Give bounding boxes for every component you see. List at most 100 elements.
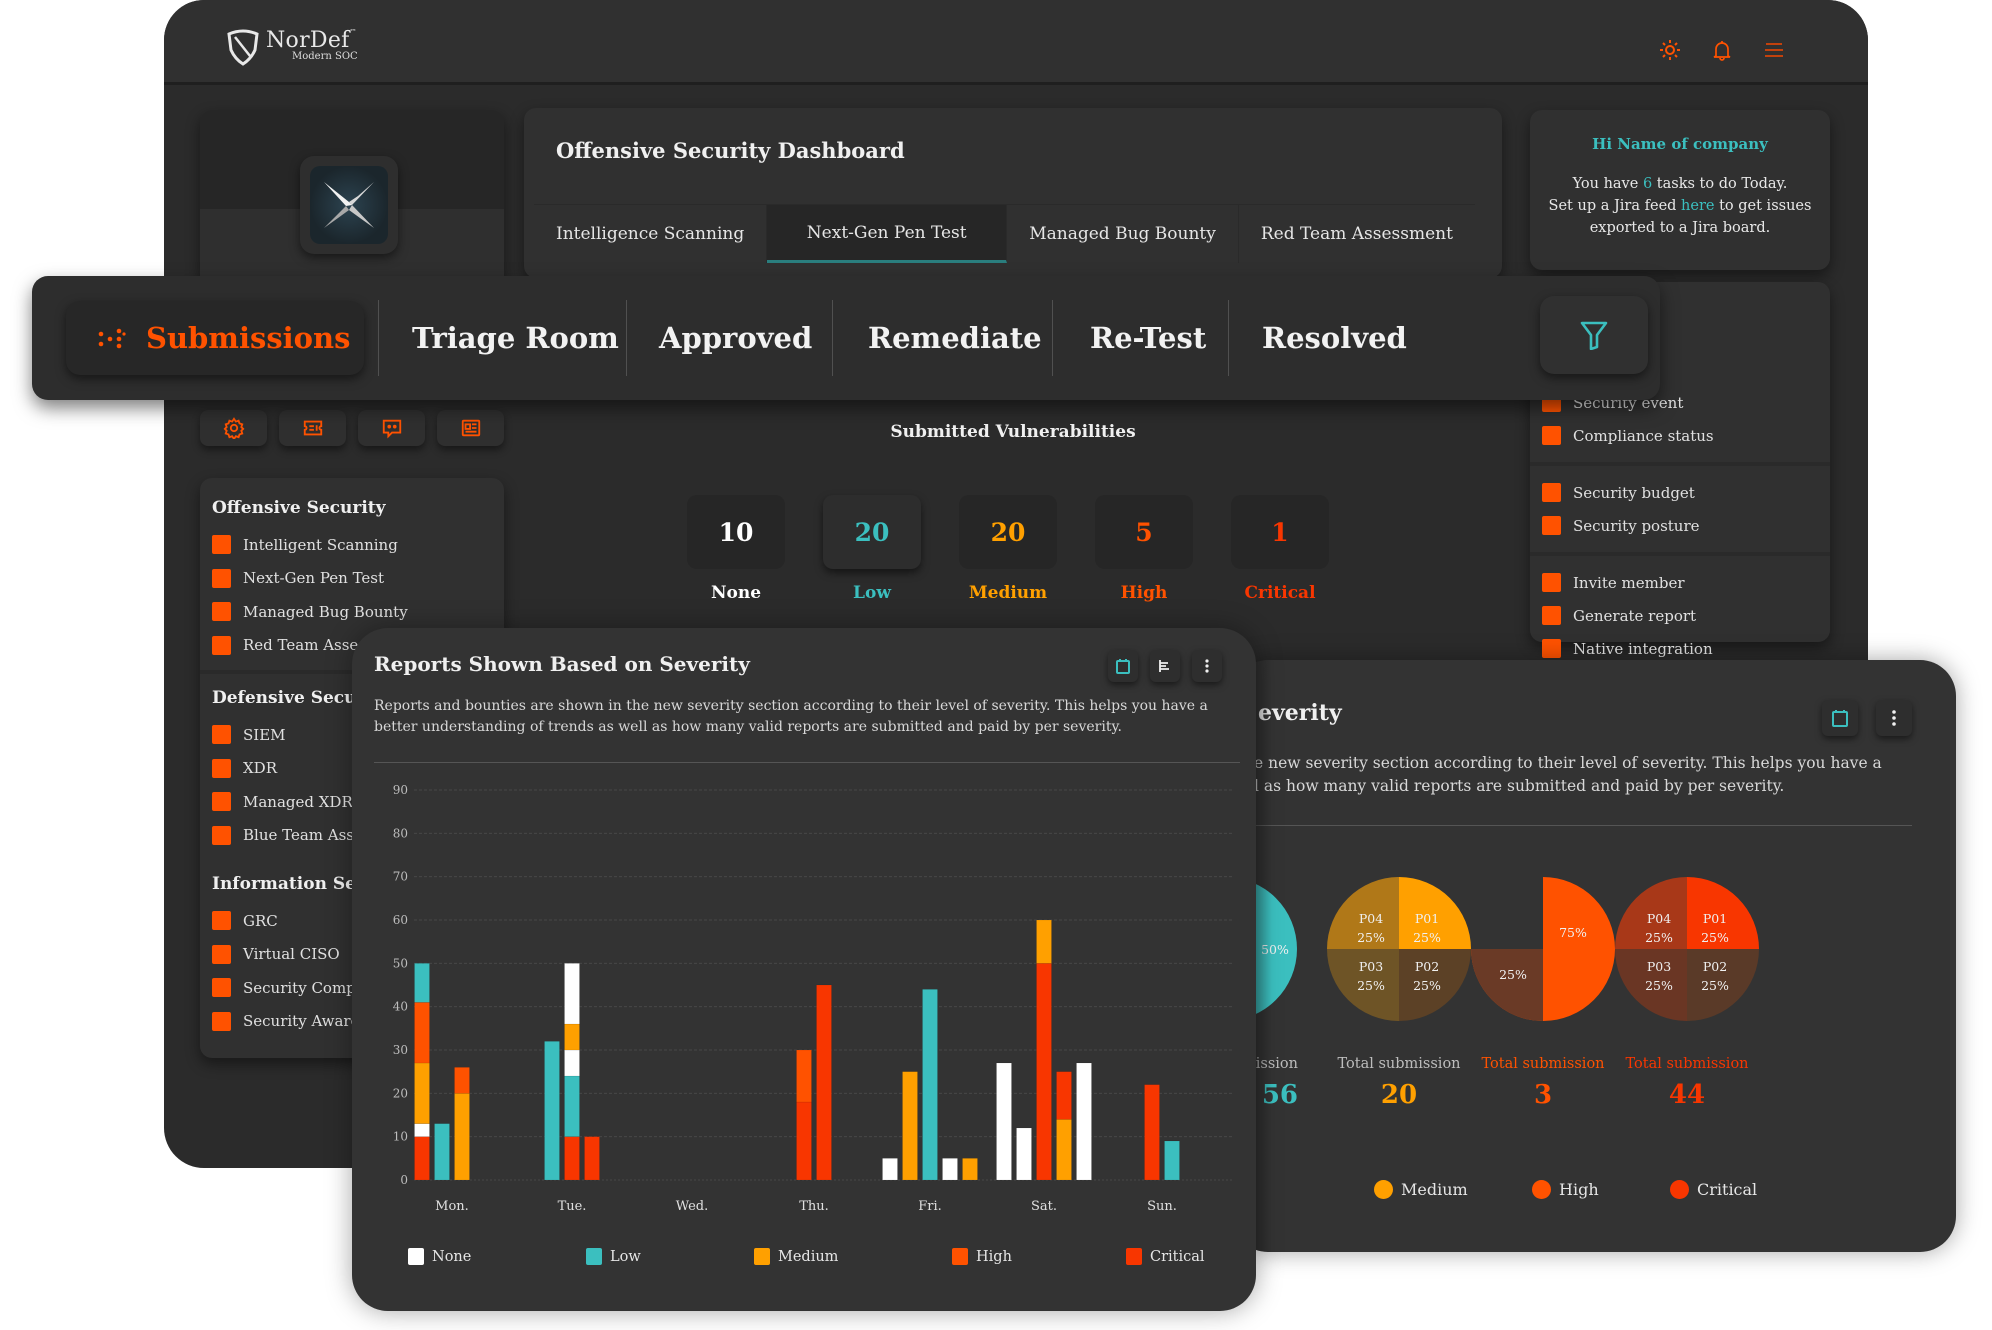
tab-managed-bug-bounty[interactable]: Managed Bug Bounty <box>1007 205 1239 263</box>
status-tab-approved[interactable]: Approved <box>659 301 812 375</box>
sort-button[interactable] <box>1150 650 1180 682</box>
more-options-button[interactable] <box>1876 700 1912 736</box>
bar-segment-none <box>564 1049 580 1077</box>
right-menu-item-invite-member[interactable]: Invite member <box>1530 566 1830 599</box>
x-tick-label: Fri. <box>918 1199 942 1214</box>
profile-avatar[interactable] <box>300 156 398 254</box>
menu-item-managed-bug-bounty[interactable]: Managed Bug Bounty <box>212 595 492 629</box>
legend-item-medium: Medium <box>1374 1180 1468 1199</box>
item-label: Invite member <box>1573 573 1685 592</box>
reports-severity-card: Reports Shown Based on Severity Reports … <box>352 628 1256 1311</box>
pie-slice-label: 25% <box>1701 978 1729 993</box>
item-label: GRC <box>243 911 278 930</box>
item-square-icon <box>1542 573 1561 592</box>
brand-logo[interactable]: NorDef™ Modern SOC <box>226 28 358 66</box>
right-menu-item-compliance-status[interactable]: Compliance status <box>1530 419 1830 452</box>
sun-icon[interactable] <box>1658 38 1682 62</box>
item-square-icon <box>212 568 231 588</box>
right-menu-item-generate-report[interactable]: Generate report <box>1530 599 1830 632</box>
item-square-icon <box>212 602 231 622</box>
status-tab-re-test[interactable]: Re-Test <box>1090 301 1206 375</box>
bar-segment-critical <box>816 984 832 1181</box>
vuln-low: 20 Low <box>823 495 921 603</box>
item-label: Virtual CISO <box>243 945 340 964</box>
filter-button[interactable] <box>1540 296 1648 374</box>
pie-slice-label: 25% <box>1645 930 1673 945</box>
greeting-text: exported to a Jira board. <box>1589 220 1771 236</box>
description-line: l as how many valid reports are submitte… <box>1254 777 1785 795</box>
legend-swatch <box>952 1248 968 1265</box>
section-title: Submitted Vulnerabilities <box>890 422 1136 442</box>
bar-segment-medium <box>414 1062 430 1124</box>
greeting-text: Set up a Jira feed <box>1548 198 1682 214</box>
ticket-icon <box>303 420 322 436</box>
calendar-button[interactable] <box>1822 700 1858 736</box>
bar-segment-none <box>564 963 580 1025</box>
vuln-count[interactable]: 20 <box>823 495 921 569</box>
calendar-icon <box>1116 659 1130 674</box>
right-menu-item-security-budget[interactable]: Security budget <box>1530 476 1830 509</box>
vuln-count[interactable]: 5 <box>1095 495 1193 569</box>
menu-icon[interactable] <box>1762 38 1786 62</box>
menu-item-next-gen-pen-test[interactable]: Next-Gen Pen Test <box>212 562 492 596</box>
pie-slice-label: 25% <box>1357 930 1385 945</box>
legend-item-none: None <box>408 1248 471 1265</box>
bar-segment-critical <box>1144 1084 1160 1181</box>
card-title: Reports Shown Based on Severity <box>374 652 750 676</box>
news-button[interactable] <box>437 410 504 446</box>
tab-intelligence-scanning[interactable]: Intelligence Scanning <box>534 205 768 263</box>
tickets-button[interactable] <box>279 410 346 446</box>
vuln-count[interactable]: 10 <box>687 495 785 569</box>
vuln-none: 10 None <box>687 495 785 603</box>
pie-slice-label: P03 <box>1359 959 1383 974</box>
vuln-label: High <box>1120 583 1168 603</box>
pie-total-label: Total submission <box>1625 1056 1749 1072</box>
chat-icon <box>382 419 401 439</box>
legend-label: None <box>432 1248 472 1265</box>
pie-slice-label: P03 <box>1647 959 1671 974</box>
greeting-title: Hi Name of company <box>1592 135 1768 153</box>
pie-slice-label: 25% <box>1357 978 1385 993</box>
status-tab-triage-room[interactable]: Triage Room <box>412 301 619 375</box>
bar-segment-low <box>544 1041 560 1181</box>
divider <box>378 300 379 376</box>
bar-segment-low <box>564 1075 580 1137</box>
item-label: Security Comp <box>243 978 356 997</box>
tab-red-team-assessment[interactable]: Red Team Assessment <box>1239 205 1475 263</box>
x-tick-label: Mon. <box>435 1199 469 1214</box>
status-tab-remediate[interactable]: Remediate <box>868 301 1042 375</box>
pie-slice-label: 25% <box>1413 978 1441 993</box>
task-count[interactable]: 6 <box>1643 176 1652 192</box>
item-label: Blue Team Ass <box>243 826 355 845</box>
item-label: Compliance status <box>1573 426 1714 445</box>
messages-button[interactable] <box>358 410 425 446</box>
x-tick-label: Thu. <box>799 1199 829 1214</box>
legend-dot <box>1374 1180 1393 1199</box>
more-options-button[interactable] <box>1192 650 1222 682</box>
tab-next-gen-pen-test[interactable]: Next-Gen Pen Test <box>767 205 1008 263</box>
bar-segment-medium <box>1036 919 1052 964</box>
jira-feed-link[interactable]: here <box>1681 198 1714 214</box>
bell-icon[interactable] <box>1710 38 1734 62</box>
legend-label: Critical <box>1150 1248 1205 1265</box>
item-label: Managed Bug Bounty <box>243 602 408 621</box>
divider <box>1232 825 1912 826</box>
x-tick-label: Sun. <box>1147 1199 1177 1214</box>
vuln-critical: 1 Critical <box>1231 495 1329 603</box>
bar-segment-none <box>942 1158 958 1181</box>
item-label: Native integration <box>1573 639 1713 658</box>
status-tab-submissions[interactable]: Submissions <box>66 301 364 375</box>
status-tab-resolved[interactable]: Resolved <box>1262 301 1407 375</box>
greeting-text: tasks to do Today. <box>1652 176 1788 192</box>
settings-button[interactable] <box>200 410 267 446</box>
more-vertical-icon <box>1205 659 1209 673</box>
bar-segment-high <box>414 1002 430 1064</box>
bar-segment-critical <box>414 1136 430 1181</box>
pie-slice-label: 75% <box>1559 925 1587 940</box>
vuln-count[interactable]: 1 <box>1231 495 1329 569</box>
vuln-count[interactable]: 20 <box>959 495 1057 569</box>
calendar-button[interactable] <box>1108 650 1138 682</box>
legend-item-medium: Medium <box>754 1248 838 1265</box>
menu-item-intelligent-scanning[interactable]: Intelligent Scanning <box>212 528 492 562</box>
right-menu-item-security-posture[interactable]: Security posture <box>1530 509 1830 542</box>
